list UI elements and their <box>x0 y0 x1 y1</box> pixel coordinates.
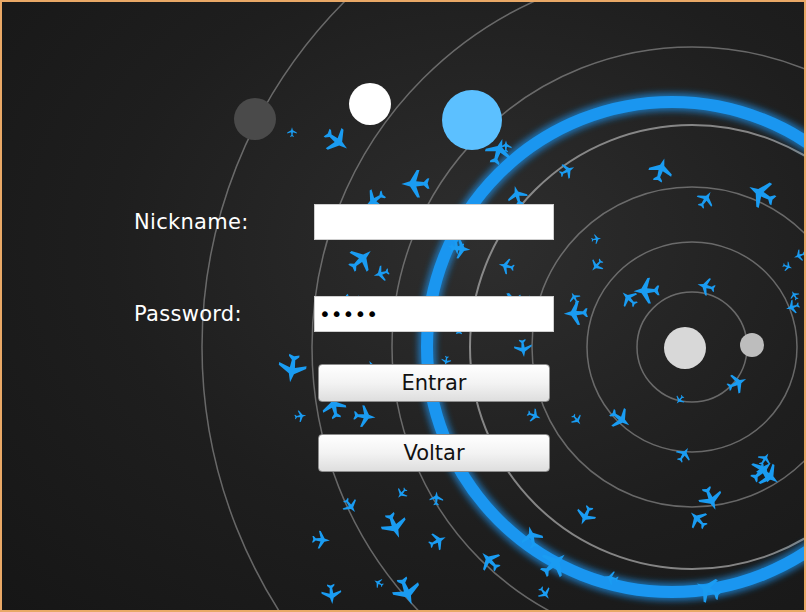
password-field[interactable] <box>314 296 554 332</box>
form-button[interactable]: Voltar <box>318 434 550 472</box>
login-form: Nickname: Password: Entrar Voltar <box>2 2 804 472</box>
button-column: Entrar Voltar <box>314 364 554 472</box>
field-label: Nickname: <box>134 210 314 234</box>
login-screen: Nickname: Password: Entrar Voltar <box>0 0 806 612</box>
form-button[interactable]: Entrar <box>318 364 550 402</box>
field-label: Password: <box>134 302 314 326</box>
nickname-field[interactable] <box>314 204 554 240</box>
